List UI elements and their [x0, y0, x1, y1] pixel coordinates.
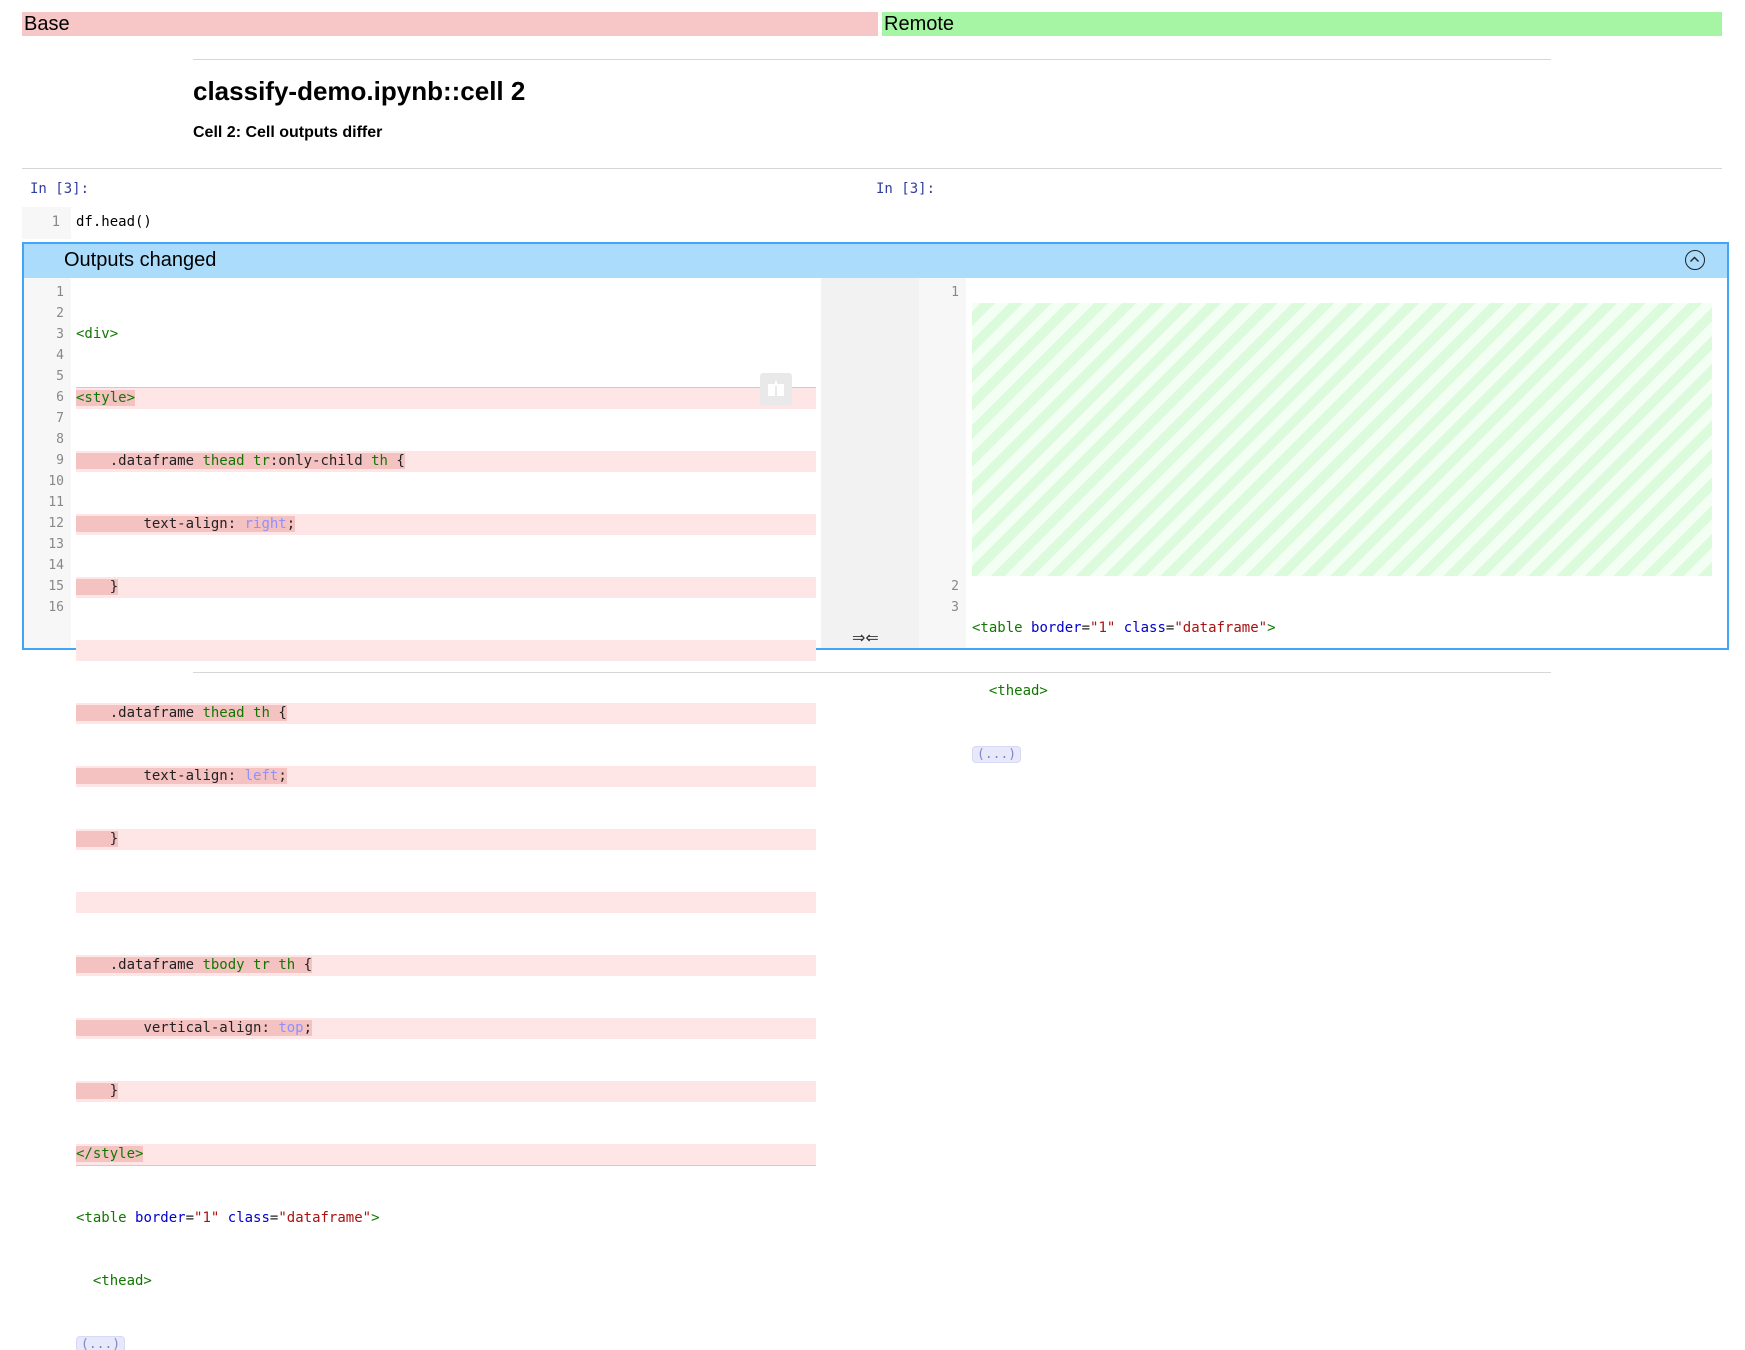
- code-token: thead: [202, 453, 245, 469]
- line-number: 3: [951, 600, 959, 615]
- source-line-number: 1: [51, 214, 60, 230]
- merge-arrows-button[interactable]: ⇒⇐: [852, 628, 879, 648]
- expand-ellipsis-button[interactable]: (...): [972, 746, 1022, 763]
- code-token: <thead>: [92, 1273, 152, 1289]
- code-token: border: [135, 1210, 186, 1226]
- code-token: >: [371, 1210, 380, 1226]
- copy-icon[interactable]: [760, 373, 792, 405]
- base-output-code[interactable]: <div> <style> .dataframe thead tr:only-c…: [76, 282, 816, 1350]
- remote-line-numbers-bottom: 2 3: [919, 576, 959, 618]
- code-token: th: [371, 453, 388, 469]
- merge-column: [821, 278, 919, 648]
- code-token: .dataframe: [109, 453, 195, 469]
- line-number: 13: [48, 537, 64, 552]
- code-token: </style>: [76, 1146, 144, 1162]
- code-token: <thead>: [988, 683, 1048, 699]
- code-token: "1": [1090, 620, 1116, 636]
- line-number: 5: [56, 369, 64, 384]
- outputs-panel: Outputs changed 1 2 3 4 5 6 7 8 9 10 11 …: [22, 242, 1729, 1350]
- line-number: 2: [56, 306, 64, 321]
- base-line-numbers: 1 2 3 4 5 6 7 8 9 10 11 12 13 14 15 16: [24, 282, 64, 618]
- code-token: class: [1123, 620, 1166, 636]
- code-token: ;: [286, 516, 296, 532]
- chevron-up-circle-icon[interactable]: [1685, 250, 1705, 270]
- code-token: tr: [253, 957, 270, 973]
- code-token: "dataframe": [278, 1210, 372, 1226]
- line-number: 11: [48, 495, 64, 510]
- line-number: 12: [48, 516, 64, 531]
- base-input-prompt: In [3]:: [30, 181, 90, 197]
- base-header: Base: [22, 12, 878, 36]
- code-token: :only-child: [269, 453, 363, 469]
- code-token: <div>: [76, 326, 119, 342]
- remote-header: Remote: [882, 12, 1722, 36]
- code-token: {: [269, 705, 287, 721]
- remote-input-prompt: In [3]:: [876, 181, 936, 197]
- code-token: .dataframe: [109, 705, 195, 721]
- code-token: }: [109, 579, 119, 595]
- line-number: 1: [56, 285, 64, 300]
- bottom-divider: [193, 672, 1551, 673]
- code-token: text-align:: [143, 768, 237, 784]
- remote-line-numbers: 1: [919, 282, 959, 303]
- line-number: 7: [56, 411, 64, 426]
- page-title: classify-demo.ipynb::cell 2: [193, 76, 526, 106]
- remote-deleted-placeholder: [972, 303, 1712, 576]
- code-token: right: [244, 516, 287, 532]
- code-token: {: [295, 957, 313, 973]
- line-number: 8: [56, 432, 64, 447]
- source-code[interactable]: df.head(): [76, 214, 152, 230]
- line-number: 2: [951, 579, 959, 594]
- remote-output-code-tail[interactable]: <table border="1" class="dataframe"> <th…: [972, 576, 1722, 807]
- code-token: thead: [202, 705, 245, 721]
- code-token: {: [387, 453, 405, 469]
- code-token: =: [185, 1210, 195, 1226]
- code-token: =: [269, 1210, 279, 1226]
- line-number: 3: [56, 327, 64, 342]
- code-token: left: [244, 768, 279, 784]
- code-token: <style>: [76, 390, 136, 406]
- outputs-header[interactable]: Outputs changed: [24, 244, 1727, 278]
- code-token: =: [1081, 620, 1091, 636]
- line-number: 14: [48, 558, 64, 573]
- code-token: }: [109, 1083, 119, 1099]
- line-number: 4: [56, 348, 64, 363]
- code-token: ;: [278, 768, 287, 784]
- expand-ellipsis-button[interactable]: (...): [76, 1336, 126, 1350]
- code-token: th: [278, 957, 296, 973]
- code-token: .dataframe: [109, 957, 195, 973]
- cell-divider: [22, 168, 1722, 169]
- code-token: <table: [76, 1210, 127, 1226]
- code-token: tbody: [202, 957, 245, 973]
- code-token: tr: [253, 453, 270, 469]
- code-token: ;: [303, 1020, 313, 1036]
- code-token: >: [1267, 620, 1276, 636]
- line-number: 1: [951, 285, 959, 300]
- code-token: top: [278, 1020, 304, 1036]
- line-number: 10: [48, 474, 64, 489]
- code-token: class: [227, 1210, 270, 1226]
- code-token: "dataframe": [1174, 620, 1268, 636]
- line-number: 9: [56, 453, 64, 468]
- top-divider: [193, 59, 1551, 60]
- code-token: border: [1031, 620, 1082, 636]
- line-number: 16: [48, 600, 64, 615]
- code-token: vertical-align:: [143, 1020, 270, 1036]
- code-token: <table: [972, 620, 1023, 636]
- outputs-changed-label: Outputs changed: [64, 249, 217, 271]
- line-number: 15: [48, 579, 64, 594]
- code-token: "1": [194, 1210, 220, 1226]
- code-token: }: [109, 831, 119, 847]
- code-token: th: [253, 705, 270, 721]
- code-token: text-align:: [143, 516, 237, 532]
- cell-subtitle: Cell 2: Cell outputs differ: [193, 124, 383, 141]
- line-number: 6: [56, 390, 64, 405]
